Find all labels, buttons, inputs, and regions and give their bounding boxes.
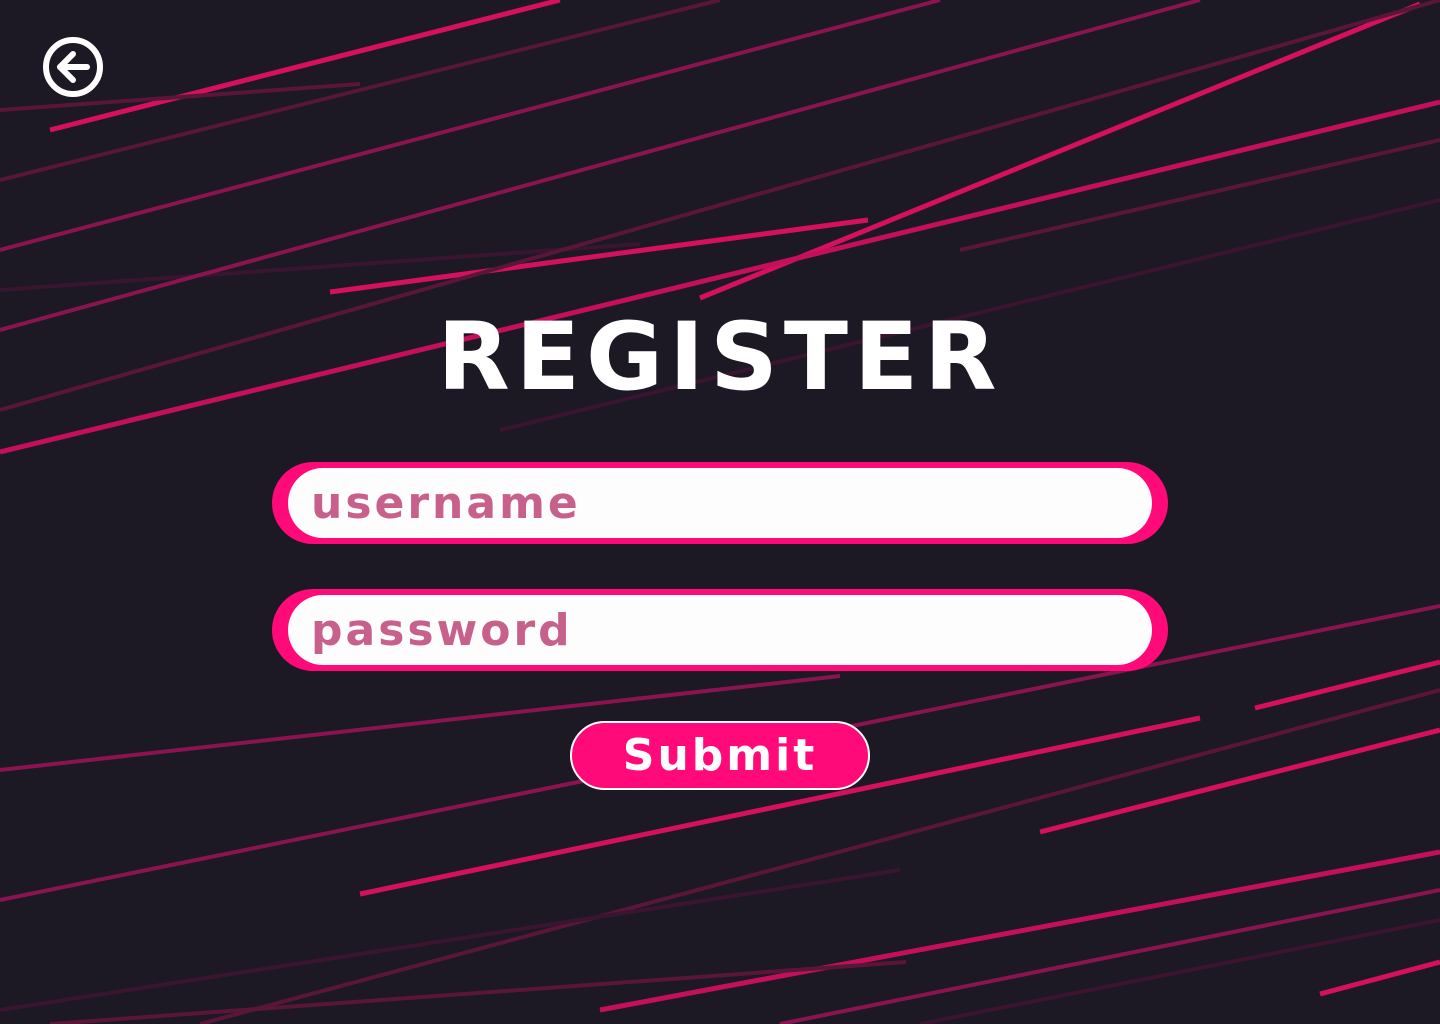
- back-button[interactable]: [40, 34, 106, 100]
- password-field-inner: [288, 595, 1152, 665]
- password-field: [272, 589, 1168, 671]
- register-screen: REGISTER Submit: [0, 0, 1440, 1024]
- password-input[interactable]: [288, 595, 1152, 665]
- arrow-left-circle-icon: [43, 37, 103, 97]
- username-field: [272, 462, 1168, 544]
- username-input[interactable]: [288, 468, 1152, 538]
- username-field-inner: [288, 468, 1152, 538]
- submit-button[interactable]: Submit: [570, 721, 870, 790]
- page-title: REGISTER: [437, 303, 1003, 412]
